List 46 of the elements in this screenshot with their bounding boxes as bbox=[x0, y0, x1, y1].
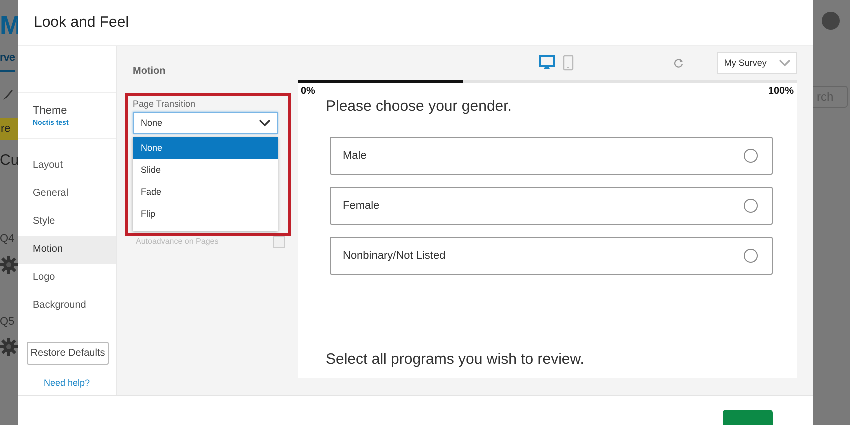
sidebar-item[interactable]: Layout bbox=[18, 152, 116, 180]
radio-button[interactable] bbox=[744, 198, 758, 213]
survey-dropdown[interactable]: My Survey bbox=[717, 52, 797, 74]
progress-label: 0% bbox=[301, 86, 316, 97]
answer-option[interactable]: Female bbox=[330, 186, 773, 225]
autoadvance-label: Autoadvance on Pages bbox=[136, 237, 219, 246]
answer-option[interactable]: Nonbinary/Not Listed bbox=[330, 236, 773, 275]
help-link[interactable]: Need help? bbox=[44, 378, 90, 388]
sidebar-item[interactable]: Style bbox=[18, 208, 116, 236]
question-label: Q4 bbox=[0, 233, 15, 245]
dropdown-option[interactable]: Slide bbox=[133, 158, 278, 181]
desktop-icon[interactable] bbox=[539, 55, 555, 70]
sidebar-item[interactable]: Background bbox=[18, 292, 116, 320]
transition-dropdown[interactable]: None bbox=[133, 112, 278, 134]
chevron-icon bbox=[779, 58, 791, 67]
dropdown-option[interactable]: Flip bbox=[133, 202, 278, 225]
section-heading: Motion bbox=[133, 66, 167, 77]
dropdown-option[interactable]: None bbox=[133, 136, 278, 159]
radio-button[interactable] bbox=[744, 148, 758, 163]
dropdown-option[interactable]: Fade bbox=[133, 180, 278, 203]
question-text: Select all programs you wish to review. bbox=[326, 350, 586, 368]
restore-defaults-button[interactable]: Restore Defaults bbox=[27, 342, 109, 365]
progress-label: 100% bbox=[768, 86, 794, 97]
dropdown-value: None bbox=[141, 118, 163, 128]
question-label: Q5 bbox=[0, 316, 15, 328]
theme-label: Theme bbox=[33, 104, 68, 117]
option-label: Male bbox=[343, 150, 367, 162]
gear-icon bbox=[0, 338, 18, 356]
brush-icon bbox=[2, 89, 14, 101]
sidebar-item[interactable]: Logo bbox=[18, 264, 116, 292]
answer-option[interactable]: Male bbox=[330, 136, 773, 175]
radio-button[interactable] bbox=[744, 248, 758, 263]
field-label: Page Transition bbox=[133, 98, 197, 109]
option-label: Female bbox=[343, 200, 380, 212]
banner-text: re bbox=[0, 118, 18, 140]
chevron-icon bbox=[259, 118, 271, 127]
gear-icon bbox=[0, 256, 18, 274]
question-text: Please choose your gender. bbox=[326, 98, 513, 115]
refresh-icon bbox=[674, 58, 684, 68]
sidebar-item[interactable]: Motion bbox=[18, 236, 116, 264]
sidebar-item[interactable]: General bbox=[18, 180, 116, 208]
page-heading: Cu bbox=[0, 152, 20, 169]
option-label: Nonbinary/Not Listed bbox=[343, 250, 446, 262]
modal-title: Look and Feel bbox=[34, 14, 130, 31]
avatar-icon bbox=[822, 12, 840, 30]
dropdown-value: My Survey bbox=[724, 58, 767, 68]
